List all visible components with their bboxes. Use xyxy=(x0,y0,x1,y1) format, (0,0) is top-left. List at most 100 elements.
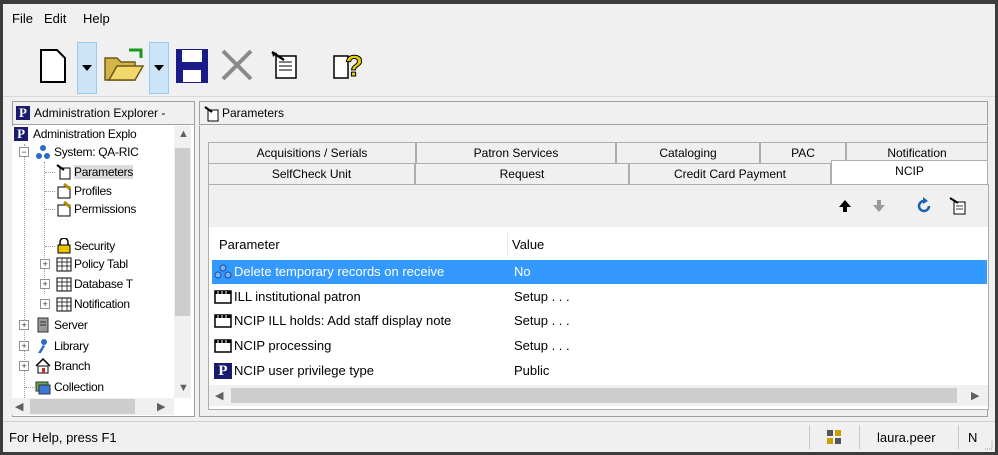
parameters-icon xyxy=(204,106,219,122)
grid-header: Parameter Value xyxy=(209,229,988,259)
parameter-name: NCIP user privilege type xyxy=(234,363,374,378)
toolbar: ? xyxy=(3,34,995,97)
menu-edit[interactable]: Edit xyxy=(44,11,66,26)
left-pane-title: Administration Explorer - xyxy=(34,106,166,120)
user-status-icon xyxy=(827,430,841,444)
parameter-name: Delete temporary records on receive xyxy=(234,264,445,279)
save-button[interactable] xyxy=(173,42,213,94)
tree-item-collection[interactable]: Collection xyxy=(12,377,172,397)
properties-icon[interactable] xyxy=(949,197,967,215)
scroll-right-icon[interactable]: ▶ xyxy=(971,389,979,402)
scroll-thumb[interactable] xyxy=(175,148,190,316)
menu-help[interactable]: Help xyxy=(83,11,110,26)
chevron-down-icon xyxy=(154,65,164,71)
tab-acquisitions-serials[interactable]: Acquisitions / Serials xyxy=(208,142,416,163)
tree-item-policy-tables[interactable]: + Policy Tabl xyxy=(12,254,172,274)
admin-tree: P Administration Explo − System: QA-RIC … xyxy=(12,126,174,398)
resize-grip-icon[interactable] xyxy=(983,440,993,450)
tree-item-parameters[interactable]: Parameters xyxy=(12,162,172,182)
tab-ncip[interactable]: NCIP xyxy=(831,160,988,184)
refresh-icon[interactable] xyxy=(915,197,933,215)
users-icon xyxy=(214,264,232,279)
panel-toolbar xyxy=(209,185,988,227)
open-folder-icon xyxy=(104,48,145,81)
library-icon xyxy=(38,339,47,353)
right-pane-header: Parameters xyxy=(199,101,988,125)
move-down-icon[interactable] xyxy=(870,197,888,215)
parameter-name: ILL institutional patron xyxy=(234,289,361,304)
polaris-p-icon: P xyxy=(14,127,28,141)
menu-file[interactable]: File xyxy=(12,11,33,26)
column-header-value[interactable]: Value xyxy=(512,237,544,252)
profiles-icon xyxy=(57,183,71,199)
tree-item-security[interactable]: Security xyxy=(12,236,172,256)
expand-icon[interactable]: + xyxy=(40,279,50,289)
tab-selfcheck-unit[interactable]: SelfCheck Unit xyxy=(208,163,415,184)
tree-item-notification[interactable]: + Notification xyxy=(12,294,172,314)
parameter-value: Setup . . . xyxy=(514,338,570,353)
tree-item-profiles[interactable]: Profiles xyxy=(12,181,172,201)
tab-credit-card-payment[interactable]: Credit Card Payment xyxy=(629,163,831,184)
column-header-parameter[interactable]: Parameter xyxy=(219,237,280,252)
delete-x-icon xyxy=(221,49,253,81)
server-icon xyxy=(37,317,49,333)
status-bar: For Help, press F1 laura.peer N xyxy=(3,421,995,452)
tree-item-server[interactable]: + Server xyxy=(12,315,172,335)
properties-icon xyxy=(271,50,297,79)
tree-item-branch[interactable]: + Branch xyxy=(12,356,172,376)
tree-item-system[interactable]: − System: QA-RIC xyxy=(12,142,172,162)
scroll-left-icon[interactable]: ◀ xyxy=(215,389,223,402)
delete-button[interactable] xyxy=(217,42,257,94)
tree-item-database-tables[interactable]: + Database T xyxy=(12,274,172,294)
status-extra: N xyxy=(968,430,978,445)
expand-icon[interactable]: + xyxy=(19,361,29,371)
table-row[interactable]: P NCIP user privilege type Public xyxy=(212,359,987,383)
parameters-icon xyxy=(56,164,71,180)
right-pane-title: Parameters xyxy=(222,106,285,120)
tab-request[interactable]: Request xyxy=(415,163,629,184)
tree-item-library[interactable]: + Library xyxy=(12,336,172,356)
properties-button[interactable] xyxy=(265,42,305,94)
network-icon xyxy=(36,145,50,159)
parameter-value: Public xyxy=(514,363,550,378)
table-row[interactable]: NCIP ILL holds: Add staff display note S… xyxy=(212,309,987,333)
move-up-icon[interactable] xyxy=(836,197,854,215)
table-row[interactable]: Delete temporary records on receive No xyxy=(212,260,987,284)
scroll-up-icon[interactable]: ▲ xyxy=(178,128,189,140)
table-icon xyxy=(56,297,72,312)
parameter-name: NCIP processing xyxy=(234,338,332,353)
tree-horizontal-scrollbar[interactable]: ◀ ▶ xyxy=(12,398,174,415)
expand-icon[interactable]: + xyxy=(19,341,29,351)
tab-cataloging[interactable]: Cataloging xyxy=(616,142,760,163)
tree-vertical-scrollbar[interactable]: ▲ ▼ xyxy=(174,126,191,398)
expand-icon[interactable]: + xyxy=(40,259,50,269)
help-button[interactable]: ? xyxy=(329,42,373,94)
film-icon xyxy=(214,314,232,328)
expand-icon[interactable]: + xyxy=(19,320,29,330)
open-dropdown-button[interactable] xyxy=(149,42,169,94)
new-dropdown-button[interactable] xyxy=(77,42,97,94)
parameter-value: Setup . . . xyxy=(514,313,570,328)
status-username: laura.peer xyxy=(877,430,936,445)
new-button[interactable] xyxy=(33,42,77,94)
scroll-thumb[interactable] xyxy=(30,399,135,414)
scroll-down-icon[interactable]: ▼ xyxy=(178,382,189,394)
table-row[interactable]: ILL institutional patron Setup . . . xyxy=(212,285,987,309)
branch-icon xyxy=(35,358,51,374)
grid-horizontal-scrollbar[interactable]: ◀ ▶ xyxy=(209,385,988,406)
scroll-thumb[interactable] xyxy=(231,388,957,403)
table-icon xyxy=(56,257,72,272)
expand-icon[interactable]: + xyxy=(40,299,50,309)
save-disk-icon xyxy=(176,49,208,83)
collapse-icon[interactable]: − xyxy=(19,147,29,157)
open-button[interactable] xyxy=(101,42,147,94)
film-icon xyxy=(214,339,232,353)
tree-item-permissions[interactable]: Permissions xyxy=(12,199,172,219)
scroll-left-icon[interactable]: ◀ xyxy=(15,400,23,413)
tab-patron-services[interactable]: Patron Services xyxy=(416,142,616,163)
polaris-p-icon: P xyxy=(16,106,30,120)
chevron-down-icon xyxy=(82,65,92,71)
help-question-icon: ? xyxy=(333,50,364,82)
scroll-right-icon[interactable]: ▶ xyxy=(157,400,165,413)
table-row[interactable]: NCIP processing Setup . . . xyxy=(212,334,987,358)
